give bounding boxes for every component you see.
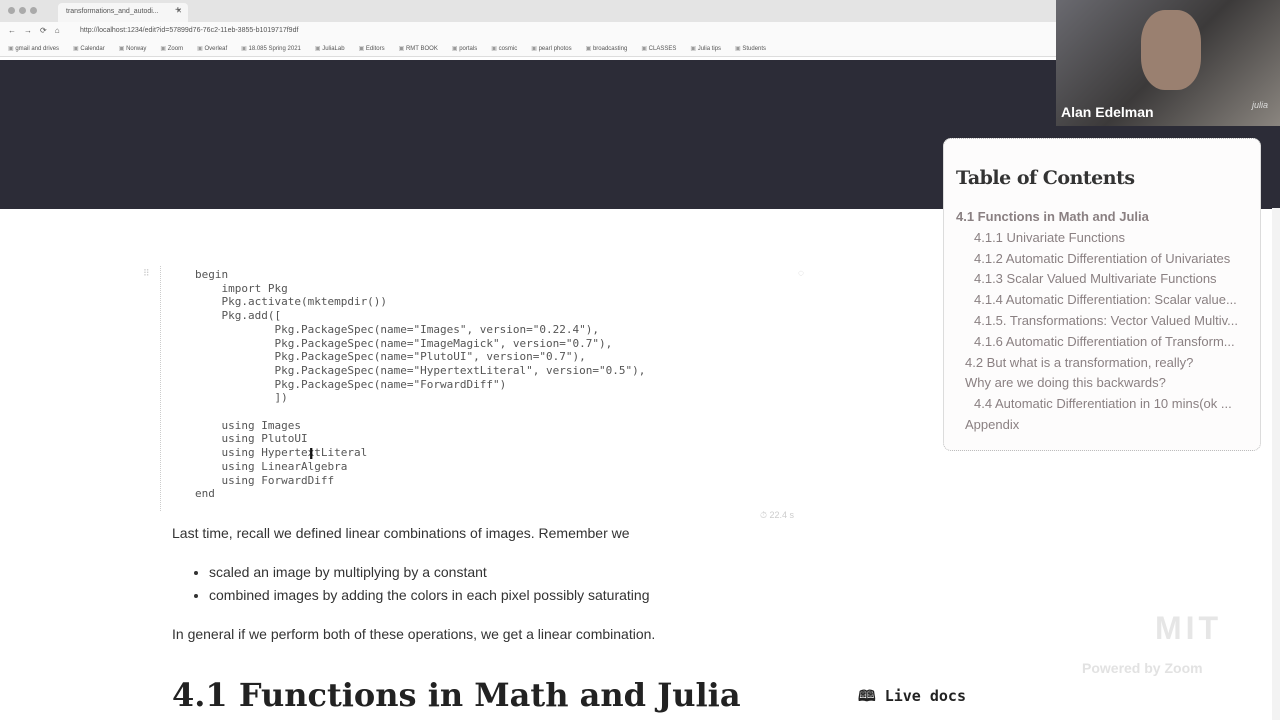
bookmark-item[interactable]: gmail and drives: [8, 45, 59, 52]
table-of-contents: Table of Contents 4.1 Functions in Math …: [943, 138, 1261, 451]
toc-item[interactable]: 4.1.6 Automatic Differentiation of Trans…: [956, 334, 1256, 355]
mit-watermark: MIT: [1155, 610, 1223, 646]
bookmark-item[interactable]: Norway: [119, 45, 146, 52]
list-item: scaled an image by multiplying by a cons…: [209, 564, 649, 587]
bookmark-item[interactable]: portals: [452, 45, 477, 52]
runtime-value: 22.4 s: [769, 510, 794, 520]
bookmark-item[interactable]: pearl photos: [531, 45, 572, 52]
paragraph: Last time, recall we defined linear comb…: [172, 525, 630, 541]
toc-item[interactable]: 4.1.4 Automatic Differentiation: Scalar …: [956, 292, 1256, 313]
text-cursor-icon: I: [309, 446, 314, 463]
toc-item[interactable]: 4.1.3 Scalar Valued Multivariate Functio…: [956, 271, 1256, 292]
speaker-name: Alan Edelman: [1061, 104, 1154, 120]
bookmark-item[interactable]: RMT BOOK: [399, 45, 438, 52]
zoom-watermark: Powered by Zoom: [1082, 660, 1203, 676]
toc-item[interactable]: Why are we doing this backwards?: [956, 375, 1256, 396]
section-heading: 4.1 Functions in Math and Julia: [172, 676, 741, 714]
toc-item[interactable]: 4.2 But what is a transformation, really…: [956, 355, 1256, 376]
toc-item[interactable]: 4.1 Functions in Math and Julia: [956, 209, 1256, 230]
bookmark-item[interactable]: Julia tips: [690, 45, 721, 52]
bookmark-item[interactable]: Students: [735, 45, 766, 52]
speaker-face: [1141, 10, 1201, 90]
url-input[interactable]: http://localhost:1234/edit?id=57899d76-7…: [80, 27, 298, 34]
bookmark-item[interactable]: CLASSES: [641, 45, 677, 52]
code-cell[interactable]: ⠿ ◌ begin import Pkg Pkg.activate(mktemp…: [143, 266, 804, 520]
scrollbar[interactable]: [1272, 208, 1280, 720]
cell-runtime: ⏱ 22.4 s: [759, 510, 794, 520]
tab-title: transformations_and_autodi...: [66, 8, 159, 15]
toc-item[interactable]: Appendix: [956, 417, 1256, 438]
bookmark-item[interactable]: Editors: [359, 45, 385, 52]
nav-buttons[interactable]: ←→⟳⌂: [8, 26, 68, 35]
paragraph: In general if we perform both of these o…: [172, 626, 656, 642]
live-docs-button[interactable]: 🕮 Live docs: [858, 686, 966, 711]
bookmark-item[interactable]: broadcasting: [586, 45, 627, 52]
julia-logo: julia: [1251, 100, 1268, 110]
bullet-list: scaled an image by multiplying by a cons…: [172, 564, 649, 610]
browser-tab[interactable]: transformations_and_autodi... ✕: [58, 3, 188, 22]
bookmark-item[interactable]: cosmic: [491, 45, 518, 52]
bookmark-item[interactable]: Calendar: [73, 45, 104, 52]
toc-item[interactable]: 4.1.5. Transformations: Vector Valued Mu…: [956, 313, 1256, 334]
bookmark-item[interactable]: Overleaf: [197, 45, 227, 52]
bookmark-item[interactable]: 18.085 Spring 2021: [241, 45, 300, 52]
toc-item[interactable]: 4.1.2 Automatic Differentiation of Univa…: [956, 251, 1256, 272]
window-controls[interactable]: [8, 7, 37, 14]
list-item: combined images by adding the colors in …: [209, 587, 649, 610]
live-docs-label: Live docs: [884, 687, 966, 705]
drag-handle-icon[interactable]: ⠿: [143, 268, 150, 279]
toc-title: Table of Contents: [956, 167, 1135, 189]
toc-item[interactable]: 4.1.1 Univariate Functions: [956, 230, 1256, 251]
new-tab-button[interactable]: +: [175, 5, 181, 16]
webcam-video: Alan Edelman julia: [1056, 0, 1280, 126]
eye-icon[interactable]: ◌: [798, 268, 804, 279]
code-editor[interactable]: begin import Pkg Pkg.activate(mktempdir(…: [195, 268, 645, 501]
bookmark-item[interactable]: JuliaLab: [315, 45, 344, 52]
toc-item[interactable]: 4.4 Automatic Differentiation in 10 mins…: [956, 396, 1256, 417]
bookmark-item[interactable]: Zoom: [160, 45, 183, 52]
